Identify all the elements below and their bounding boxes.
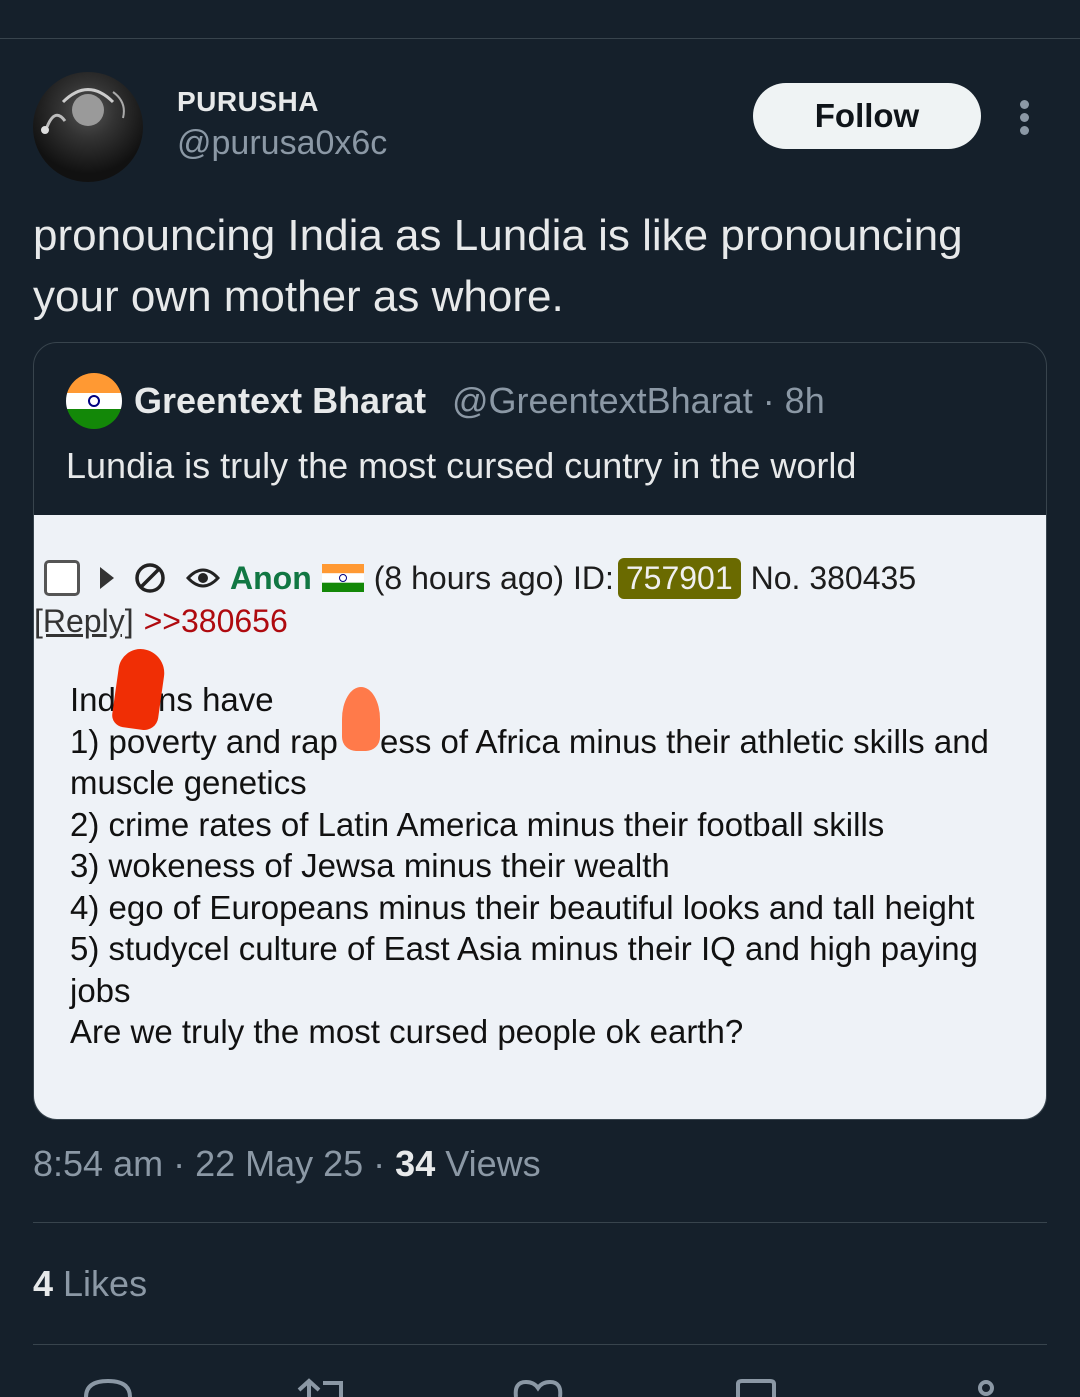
- post-line: 3) wokeness of Jewsa minus their wealth: [70, 847, 670, 884]
- like-icon[interactable]: [512, 1378, 564, 1397]
- author-name[interactable]: PURUSHA: [177, 86, 319, 118]
- expand-arrow-icon: [100, 567, 114, 589]
- action-bar: [0, 1378, 1080, 1397]
- poster-name: Anon: [230, 559, 312, 596]
- post-line: Are we truly the most cursed people ok e…: [70, 1013, 744, 1050]
- post-line: 5) studycel culture of East Asia minus t…: [70, 930, 978, 1009]
- orange-scribble-mark: [342, 687, 380, 751]
- likes-count: 4: [33, 1263, 54, 1304]
- quoted-text: Lundia is truly the most cursed cuntry i…: [66, 445, 857, 486]
- likes-label: Likes: [53, 1263, 148, 1304]
- post-line: Ind ns have: [70, 681, 274, 718]
- tweet-text: pronouncing India as Lundia is like pron…: [33, 211, 963, 321]
- divider: [33, 1344, 1047, 1345]
- checkbox-icon: [44, 560, 80, 596]
- views-count: 34: [395, 1143, 436, 1184]
- quoted-handle-time: @GreentextBharat · 8h: [452, 380, 825, 421]
- likes-row[interactable]: 4 Likes: [33, 1263, 147, 1305]
- eye-icon: [186, 568, 220, 588]
- author-handle[interactable]: @purusa0x6c: [177, 124, 387, 163]
- tweet-timestamp[interactable]: 8:54 am · 22 May 25 ·: [33, 1143, 395, 1184]
- top-bar: [0, 0, 1080, 39]
- reply-icon[interactable]: [82, 1378, 134, 1397]
- hide-icon: [135, 563, 165, 593]
- quoted-image[interactable]: Anon (8 hours ago) ID: 757901 No. 380435…: [34, 515, 1046, 1119]
- quoted-tweet[interactable]: Greentext Bharat @GreentextBharat · 8h L…: [33, 342, 1047, 1120]
- share-icon[interactable]: [960, 1378, 1012, 1397]
- bookmark-icon[interactable]: [730, 1378, 782, 1397]
- author-avatar[interactable]: [33, 72, 143, 182]
- post-line: 2) crime rates of Latin America minus th…: [70, 805, 885, 843]
- avatar-art-icon: [41, 88, 125, 134]
- post-header: Anon (8 hours ago) ID: 757901 No. 380435: [44, 557, 916, 599]
- reply-link[interactable]: [Reply]: [34, 603, 134, 639]
- more-options-icon[interactable]: [1010, 98, 1040, 136]
- quoted-avatar[interactable]: [66, 373, 122, 429]
- follow-button[interactable]: Follow: [753, 83, 981, 149]
- tweet-meta: 8:54 am · 22 May 25 · 34 Views: [33, 1143, 541, 1185]
- post-line: 1) poverty and rap ess of Africa minus t…: [70, 722, 989, 802]
- retweet-icon[interactable]: [295, 1378, 347, 1397]
- india-flag-icon: [321, 564, 364, 592]
- post-time: (8 hours ago) ID:: [373, 559, 614, 596]
- post-body: Ind ns have 1) poverty and rap ess of Af…: [70, 679, 1000, 1053]
- divider: [33, 1222, 1047, 1223]
- quote-ref-link[interactable]: >>380656: [144, 603, 288, 639]
- post-id-badge: 757901: [617, 557, 741, 599]
- post-reply-row: [Reply] >>380656: [34, 603, 288, 640]
- quoted-author-name: Greentext Bharat: [134, 380, 427, 421]
- post-number: No. 380435: [750, 559, 917, 596]
- post-line: 4) ego of Europeans minus their beautifu…: [70, 888, 975, 926]
- views-label: Views: [435, 1143, 541, 1184]
